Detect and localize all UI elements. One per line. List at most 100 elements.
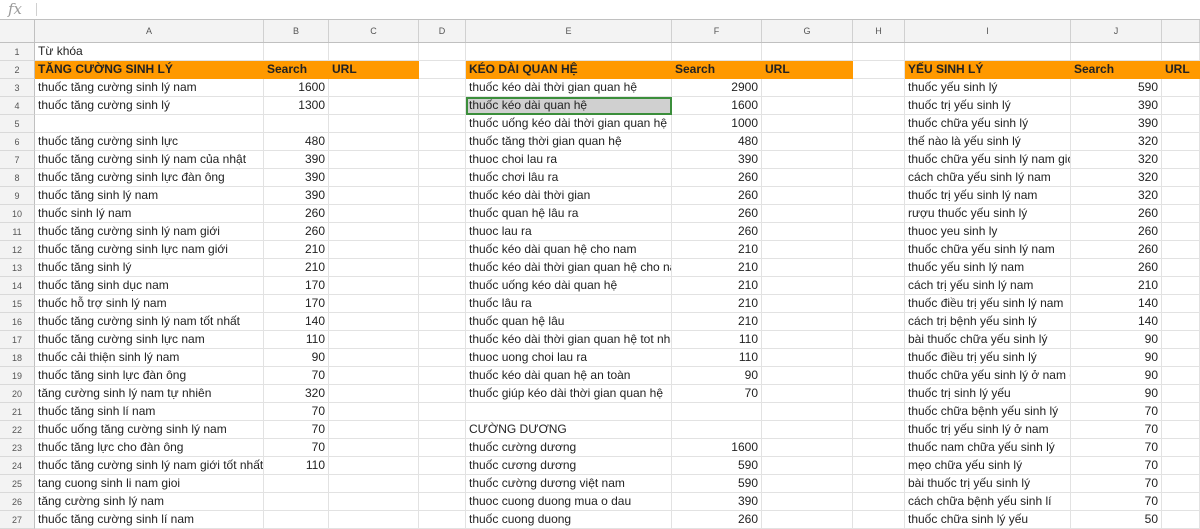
cell[interactable] <box>419 205 466 223</box>
selected-cell[interactable]: thuốc kéo dài quan hệ <box>466 97 672 115</box>
keyword-cell[interactable]: thuốc tăng cường sinh lực đàn ông <box>35 169 264 187</box>
keyword-cell[interactable]: thuốc tăng sinh lý <box>35 259 264 277</box>
row-number[interactable]: 12 <box>0 241 35 259</box>
cell[interactable] <box>419 493 466 511</box>
header-yeu-sinh-ly[interactable]: YẾU SINH LÝ <box>905 61 1071 79</box>
cell[interactable] <box>1162 79 1200 97</box>
search-volume-cell[interactable]: 170 <box>264 277 329 295</box>
cell[interactable] <box>853 241 905 259</box>
search-volume-cell[interactable] <box>672 421 762 439</box>
keyword-cell[interactable]: thuốc chữa yếu sinh lý <box>905 115 1071 133</box>
search-volume-cell[interactable]: 260 <box>264 223 329 241</box>
search-volume-cell[interactable]: 210 <box>672 241 762 259</box>
cell[interactable] <box>329 43 419 61</box>
search-volume-cell[interactable]: 50 <box>1071 511 1162 529</box>
cell[interactable] <box>329 457 419 475</box>
keyword-cell[interactable]: cách trị bệnh yếu sinh lý <box>905 313 1071 331</box>
cell[interactable] <box>1162 331 1200 349</box>
keyword-cell[interactable]: thuốc nam chữa yếu sinh lý <box>905 439 1071 457</box>
search-volume-cell[interactable]: 390 <box>264 187 329 205</box>
cell[interactable] <box>1162 385 1200 403</box>
keyword-cell[interactable]: thuốc kéo dài thời gian quan hệ <box>466 79 672 97</box>
cell[interactable] <box>762 169 853 187</box>
cell[interactable] <box>853 115 905 133</box>
row-number[interactable]: 24 <box>0 457 35 475</box>
keyword-cell[interactable]: thuốc chữa yếu sinh lý nam gió <box>905 151 1071 169</box>
cell[interactable] <box>1162 295 1200 313</box>
cell[interactable] <box>419 97 466 115</box>
row-number[interactable]: 25 <box>0 475 35 493</box>
cell[interactable] <box>1162 241 1200 259</box>
column-header-j[interactable]: J <box>1071 20 1162 42</box>
search-volume-cell[interactable]: 110 <box>672 349 762 367</box>
cell[interactable] <box>419 241 466 259</box>
cell[interactable] <box>419 169 466 187</box>
row-number[interactable]: 26 <box>0 493 35 511</box>
cell[interactable] <box>762 43 853 61</box>
cell[interactable] <box>1162 259 1200 277</box>
keyword-cell[interactable]: bài thuốc trị yếu sinh lý <box>905 475 1071 493</box>
row-number[interactable]: 23 <box>0 439 35 457</box>
column-header-e[interactable]: E <box>466 20 672 42</box>
row-number[interactable]: 8 <box>0 169 35 187</box>
cell[interactable] <box>853 403 905 421</box>
cell[interactable] <box>762 421 853 439</box>
cell[interactable] <box>853 349 905 367</box>
cell[interactable] <box>853 151 905 169</box>
cell[interactable] <box>1162 403 1200 421</box>
keyword-cell[interactable]: thuốc tăng cường sinh lý nam tốt nhất <box>35 313 264 331</box>
keyword-cell[interactable]: thuoc uong choi lau ra <box>466 349 672 367</box>
cell[interactable] <box>419 475 466 493</box>
cell[interactable] <box>329 349 419 367</box>
search-volume-cell[interactable] <box>264 115 329 133</box>
row-number[interactable]: 17 <box>0 331 35 349</box>
cell[interactable] <box>853 295 905 313</box>
keyword-cell[interactable]: thuốc quan hệ lâu <box>466 313 672 331</box>
row-number[interactable]: 13 <box>0 259 35 277</box>
header-keo-dai-quan-he[interactable]: KÉO DÀI QUAN HỆ <box>466 61 672 79</box>
search-volume-cell[interactable]: 140 <box>1071 313 1162 331</box>
cell[interactable] <box>1162 151 1200 169</box>
row-number[interactable]: 11 <box>0 223 35 241</box>
search-volume-cell[interactable]: 260 <box>672 511 762 529</box>
keyword-cell[interactable]: thuốc tăng cường sinh lý nam giới <box>35 223 264 241</box>
keyword-cell[interactable]: thuốc lâu ra <box>466 295 672 313</box>
row-number[interactable]: 9 <box>0 187 35 205</box>
cell[interactable] <box>329 511 419 529</box>
keyword-cell[interactable]: thuốc sinh lý nam <box>35 205 264 223</box>
cell[interactable] <box>419 421 466 439</box>
row-number[interactable]: 1 <box>0 43 35 61</box>
keyword-cell[interactable]: thuốc kéo dài thời gian quan hệ tot nha <box>466 331 672 349</box>
keyword-cell[interactable]: thuốc tăng sinh dục nam <box>35 277 264 295</box>
cell[interactable] <box>419 331 466 349</box>
keyword-cell[interactable]: thuốc cương dương <box>466 457 672 475</box>
row-number[interactable]: 22 <box>0 421 35 439</box>
keyword-cell[interactable]: thuốc tăng cường sinh lực nam <box>35 331 264 349</box>
search-volume-cell[interactable]: 480 <box>672 133 762 151</box>
cell[interactable] <box>762 79 853 97</box>
column-header-c[interactable]: C <box>329 20 419 42</box>
search-volume-cell[interactable]: 320 <box>1071 169 1162 187</box>
cell[interactable] <box>762 205 853 223</box>
cell[interactable] <box>419 385 466 403</box>
cell[interactable] <box>329 439 419 457</box>
cell[interactable] <box>466 43 672 61</box>
cell[interactable] <box>853 133 905 151</box>
cell[interactable] <box>419 187 466 205</box>
keyword-cell[interactable]: thuốc giúp kéo dài thời gian quan hệ <box>466 385 672 403</box>
search-volume-cell[interactable]: 260 <box>672 223 762 241</box>
cell[interactable] <box>329 223 419 241</box>
cell[interactable] <box>329 151 419 169</box>
section-title-cuong-duong[interactable]: CƯỜNG DƯƠNG <box>466 421 672 439</box>
keyword-cell[interactable]: thuốc kéo dài thời gian <box>466 187 672 205</box>
cell[interactable] <box>329 115 419 133</box>
keyword-cell[interactable]: tăng cường sinh lý nam tự nhiên <box>35 385 264 403</box>
cell[interactable] <box>329 259 419 277</box>
cell[interactable] <box>329 295 419 313</box>
keyword-cell[interactable]: thuốc tăng sinh lý nam <box>35 187 264 205</box>
keyword-cell[interactable]: thuốc yếu sinh lý <box>905 79 1071 97</box>
row-number[interactable]: 19 <box>0 367 35 385</box>
column-header-g[interactable]: G <box>762 20 853 42</box>
search-volume-cell[interactable]: 70 <box>264 403 329 421</box>
column-header-h[interactable]: H <box>853 20 905 42</box>
